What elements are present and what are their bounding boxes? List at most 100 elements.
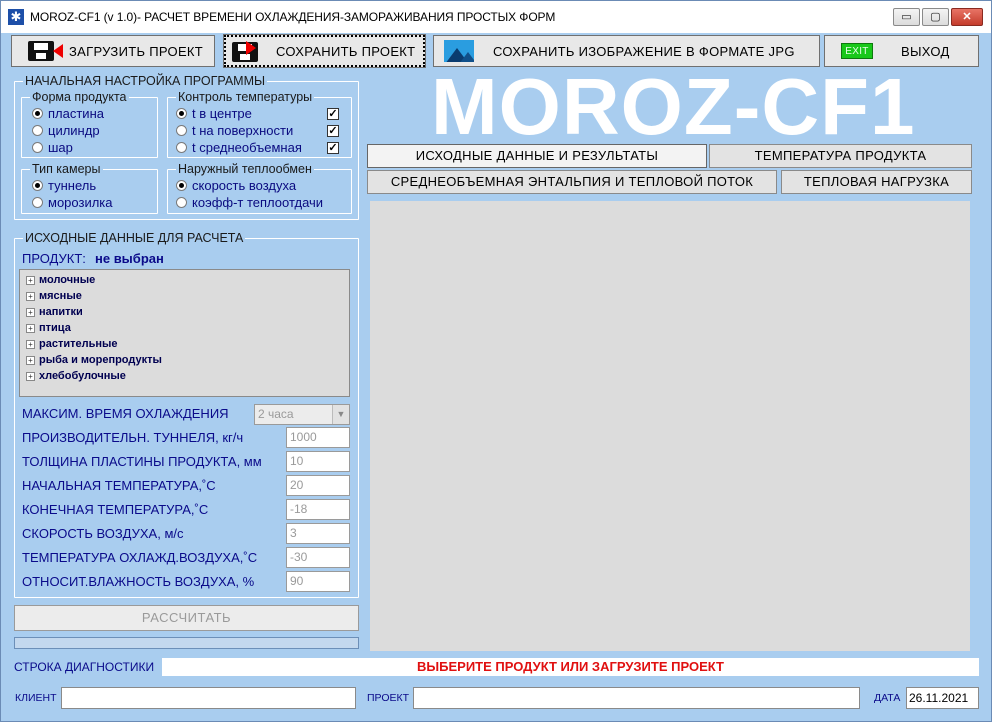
calculate-button[interactable]: РАССЧИТАТЬ (14, 605, 359, 631)
window-title: MOROZ-CF1 (v 1.0)- РАСЧЕТ ВРЕМЕНИ ОХЛАЖД… (30, 10, 556, 24)
air-speed-radio[interactable]: скорость воздуха (176, 178, 296, 193)
expand-icon[interactable]: + (26, 339, 35, 349)
date-label: ДАТА (874, 692, 901, 704)
final-temp-input[interactable]: -18 (286, 499, 350, 520)
maximize-button[interactable]: ▢ (922, 8, 949, 26)
heat-exchange-group-title: Наружный теплообмен (176, 162, 314, 176)
load-project-button[interactable]: ЗАГРУЗИТЬ ПРОЕКТ (11, 35, 215, 67)
chamber-tunnel-radio[interactable]: туннель (32, 178, 96, 193)
tab-enthalpy-heat-flow[interactable]: СРЕДНЕОБЪЕМНАЯ ЭНТАЛЬПИЯ И ТЕПЛОВОЙ ПОТО… (367, 170, 777, 194)
tree-item-label: рыба и морепродукты (39, 354, 162, 366)
radio-dot (32, 197, 43, 208)
exit-label: ВЫХОД (901, 43, 950, 59)
app-window: ✱ MOROZ-CF1 (v 1.0)- РАСЧЕТ ВРЕМЕНИ ОХЛА… (0, 0, 992, 722)
air-speed-input[interactable]: 3 (286, 523, 350, 544)
project-label: ПРОЕКТ (367, 692, 410, 704)
project-input[interactable] (413, 687, 860, 709)
product-value: не выбран (95, 251, 164, 266)
temp-control-group-title: Контроль температуры (176, 90, 315, 104)
tree-item-label: мясные (39, 290, 82, 302)
chevron-down-icon[interactable]: ▼ (332, 405, 349, 424)
max-time-value: 2 часа (258, 407, 294, 421)
radio-dot (32, 180, 43, 191)
expand-icon[interactable]: + (26, 355, 35, 365)
floppy-icon (28, 41, 54, 61)
expand-icon[interactable]: + (26, 371, 35, 381)
client-input[interactable] (61, 687, 356, 709)
shape-plate-radio[interactable]: пластина (32, 106, 104, 121)
tree-item[interactable]: + напитки (26, 306, 83, 318)
plate-thickness-input[interactable]: 10 (286, 451, 350, 472)
temp-center-radio[interactable]: t в центре (176, 106, 252, 121)
temp-surface-checkbox[interactable]: ✓ (327, 125, 339, 137)
arrow-left-icon (53, 44, 63, 58)
radio-label: туннель (48, 178, 97, 193)
radio-dot (176, 142, 187, 153)
minimize-button[interactable]: ▭ (893, 8, 920, 26)
field-label: ПРОИЗВОДИТЕЛЬН. ТУННЕЛЯ, кг/ч (22, 430, 244, 445)
results-panel (370, 201, 970, 651)
radio-label: пластина (48, 106, 104, 121)
field-label: СКОРОСТЬ ВОЗДУХА, м/с (22, 526, 184, 541)
close-button[interactable]: ✕ (951, 8, 983, 26)
expand-icon[interactable]: + (26, 323, 35, 333)
progress-bar (14, 637, 359, 649)
diagnostics-message: ВЫБЕРИТЕ ПРОДУКТ ИЛИ ЗАГРУЗИТЕ ПРОЕКТ (162, 658, 979, 676)
expand-icon[interactable]: + (26, 275, 35, 285)
radio-label: цилиндр (48, 123, 100, 138)
radio-label: t на поверхности (192, 123, 294, 138)
product-label: ПРОДУКТ: (22, 251, 86, 266)
chamber-group-title: Тип камеры (30, 162, 103, 176)
save-project-button[interactable]: СОХРАНИТЬ ПРОЕКТ (223, 34, 426, 68)
shape-cylinder-radio[interactable]: цилиндр (32, 123, 100, 138)
field-label: КОНЕЧНАЯ ТЕМПЕРАТУРА,˚С (22, 502, 209, 517)
save-project-label: СОХРАНИТЬ ПРОЕКТ (276, 43, 416, 59)
setup-group-title: НАЧАЛЬНАЯ НАСТРОЙКА ПРОГРАММЫ (23, 74, 268, 88)
radio-label: шар (48, 140, 73, 155)
tab-product-temperature[interactable]: ТЕМПЕРАТУРА ПРОДУКТА (709, 144, 972, 168)
tree-item[interactable]: + мясные (26, 290, 82, 302)
expand-icon[interactable]: + (26, 307, 35, 317)
date-field[interactable]: 26.11.2021 (906, 687, 979, 709)
tree-item[interactable]: + молочные (26, 274, 95, 286)
temp-average-radio[interactable]: t среднеобъемная (176, 140, 302, 155)
tree-item-label: растительные (39, 338, 118, 350)
tree-item-label: хлебобулочные (39, 370, 126, 382)
temp-center-checkbox[interactable]: ✓ (327, 108, 339, 120)
radio-dot (32, 125, 43, 136)
radio-dot (32, 142, 43, 153)
client-label: КЛИЕНТ (15, 692, 57, 704)
app-logo-title: MOROZ-CF1 (431, 62, 916, 151)
humidity-input[interactable]: 90 (286, 571, 350, 592)
max-time-select[interactable]: 2 часа ▼ (254, 404, 350, 425)
radio-label: t среднеобъемная (192, 140, 302, 155)
input-data-group-title: ИСХОДНЫЕ ДАННЫЕ ДЛЯ РАСЧЕТА (23, 231, 246, 245)
radio-label: коэфф-т теплоотдачи (192, 195, 324, 210)
tree-item-label: птица (39, 322, 71, 334)
tree-item-label: напитки (39, 306, 83, 318)
tree-item[interactable]: + птица (26, 322, 71, 334)
field-label: ТЕМПЕРАТУРА ОХЛАЖД.ВОЗДУХА,˚С (22, 550, 258, 565)
temp-average-checkbox[interactable]: ✓ (327, 142, 339, 154)
shape-sphere-radio[interactable]: шар (32, 140, 73, 155)
air-temp-input[interactable]: -30 (286, 547, 350, 568)
radio-label: t в центре (192, 106, 252, 121)
exit-icon: EXIT (841, 43, 873, 59)
expand-icon[interactable]: + (26, 291, 35, 301)
field-label: ТОЛЩИНА ПЛАСТИНЫ ПРОДУКТА, мм (22, 454, 262, 469)
tree-item[interactable]: + хлебобулочные (26, 370, 126, 382)
temp-surface-radio[interactable]: t на поверхности (176, 123, 293, 138)
product-tree[interactable]: + молочные + мясные + напитки + птица + расти… (19, 269, 350, 397)
chamber-freezer-radio[interactable]: морозилка (32, 195, 113, 210)
tunnel-capacity-input[interactable]: 1000 (286, 427, 350, 448)
shape-group-title: Форма продукта (30, 90, 129, 104)
tree-item[interactable]: + растительные (26, 338, 118, 350)
diagnostics-label: СТРОКА ДИАГНОСТИКИ (14, 660, 155, 674)
field-label: НАЧАЛЬНАЯ ТЕМПЕРАТУРА,˚С (22, 478, 216, 493)
tab-input-results[interactable]: ИСХОДНЫЕ ДАННЫЕ И РЕЗУЛЬТАТЫ (367, 144, 707, 168)
load-project-label: ЗАГРУЗИТЬ ПРОЕКТ (69, 43, 204, 59)
heat-transfer-coef-radio[interactable]: коэфф-т теплоотдачи (176, 195, 323, 210)
initial-temp-input[interactable]: 20 (286, 475, 350, 496)
tab-heat-load[interactable]: ТЕПЛОВАЯ НАГРУЗКА (781, 170, 972, 194)
tree-item[interactable]: + рыба и морепродукты (26, 354, 162, 366)
